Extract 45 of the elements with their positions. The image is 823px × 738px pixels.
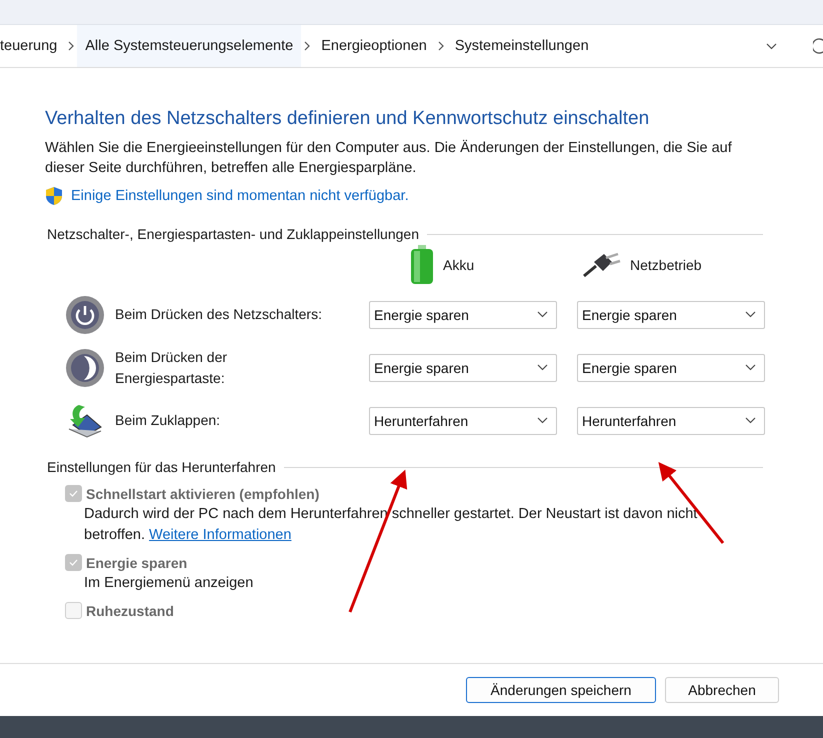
chevron-down-icon	[537, 311, 548, 318]
cancel-button[interactable]: Abbrechen	[665, 677, 779, 703]
action-dropdown[interactable]: Herunterfahren	[369, 406, 557, 434]
column-heading: Netzbetrieb	[630, 257, 702, 273]
option-description: Dadurch wird der PC nach dem Herunterfahren schneller gestartet. Der Neustart ist davon nicht betroffen. Weitere Informationen	[84, 505, 698, 545]
battery-icon	[409, 245, 435, 285]
chevron-down-icon	[745, 417, 756, 424]
setting-label: Beim Drücken des Netzschalters:	[115, 305, 323, 324]
breadcrumb-item[interactable]: Energieoptionen	[313, 25, 435, 67]
chevron-right-icon	[303, 41, 312, 51]
chevron-down-icon	[537, 364, 548, 371]
shield-icon	[45, 186, 63, 206]
option-description: Im Energiemenü anzeigen	[84, 574, 254, 593]
option-label: Schnellstart aktivieren (empfohlen)	[86, 486, 320, 502]
moon-icon	[65, 348, 105, 388]
checkmark-icon	[69, 490, 78, 497]
setting-label: Beim Drücken der Energiespartaste:	[115, 348, 228, 388]
page-description: Wählen Sie die Energieeinstellungen für den Computer aus. Die Änderungen der Einstellungen, die Sie auf dieser Seite durchführen, betreffen alle Energiesparpläne.	[45, 138, 733, 178]
section-heading: Einstellungen für das Herunterfahren	[47, 459, 276, 475]
power-icon	[65, 294, 105, 334]
option-label: Energie sparen	[86, 554, 188, 570]
action-dropdown[interactable]: Energie sparen	[369, 354, 557, 382]
refresh-icon[interactable]	[813, 38, 823, 54]
checkmark-icon	[69, 559, 78, 566]
section-heading: Netzschalter-, Energiespartasten- und Zuklappeinstellungen	[47, 226, 419, 242]
chevron-down-icon	[537, 417, 548, 424]
breadcrumb-item[interactable]: Alle Systemsteuerungselemente	[77, 25, 302, 67]
action-dropdown[interactable]: Energie sparen	[577, 354, 765, 382]
breadcrumb-item[interactable]: Systemeinstellungen	[446, 25, 597, 67]
chevron-right-icon	[436, 41, 445, 51]
chevron-down-icon	[745, 311, 756, 318]
unavailable-settings-link[interactable]: Einige Einstellungen sind momentan nicht verfügbar.	[71, 188, 409, 204]
action-dropdown[interactable]: Energie sparen	[577, 300, 765, 328]
action-dropdown[interactable]: Herunterfahren	[577, 406, 765, 434]
chevron-right-icon	[67, 41, 76, 51]
breadcrumb-item[interactable]: teuerung	[0, 25, 66, 67]
option-label: Ruhezustand	[86, 602, 174, 618]
column-heading: Akku	[443, 257, 474, 273]
page-title: Verhalten des Netzschalters definieren und Kennwortschutz einschalten	[45, 108, 650, 130]
dropdown-chevron-icon	[766, 42, 777, 50]
setting-label: Beim Zuklappen:	[115, 411, 222, 430]
save-button[interactable]: Änderungen speichern	[466, 677, 656, 703]
plug-icon	[582, 252, 622, 278]
chevron-down-icon	[745, 364, 756, 371]
action-dropdown[interactable]: Energie sparen	[369, 300, 557, 328]
